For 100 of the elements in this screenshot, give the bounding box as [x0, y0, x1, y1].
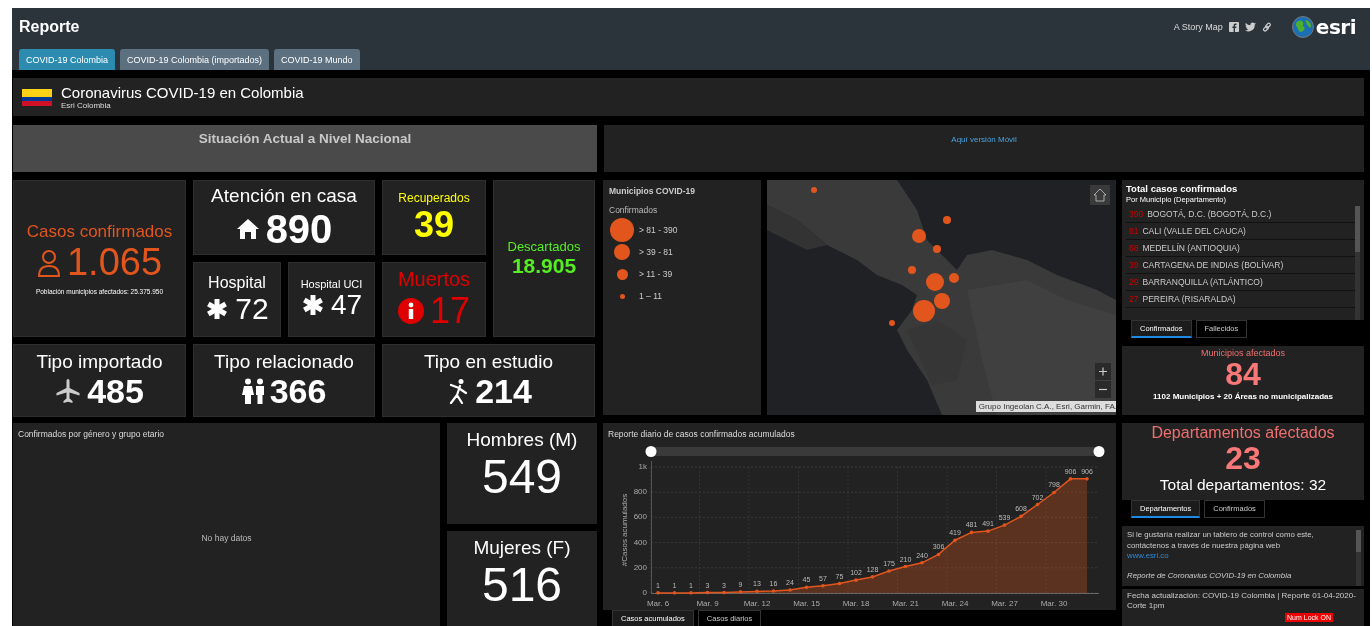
municipality-name: MEDELLÍN (ANTIOQUIA) — [1142, 243, 1240, 253]
tab[interactable]: COVID-19 Colombia — [19, 49, 116, 70]
axis-title: #Casos acumulados — [620, 493, 629, 567]
stat-value: 1.065 — [66, 242, 163, 284]
chart-title: Reporte diario de casos confirmados acumulados — [607, 428, 796, 441]
dashboard-subtitle: Esri Colombia — [61, 101, 112, 110]
circle-symbol-icon — [614, 244, 630, 260]
stat-value: 84 — [1225, 358, 1261, 392]
stat-label: Tipo relacionado — [214, 350, 354, 373]
data-point — [738, 590, 743, 594]
zoom-out-button[interactable] — [1095, 381, 1111, 398]
stat-label: Hombres (M) — [466, 429, 578, 451]
data-point — [788, 588, 792, 592]
twitter-icon[interactable] — [1244, 22, 1256, 32]
data-point — [804, 585, 809, 590]
stat-value: 485 — [87, 372, 144, 411]
data-point — [771, 589, 776, 593]
home-button[interactable] — [1090, 185, 1110, 205]
case-bubble — [912, 229, 926, 243]
stat-label: Casos confirmados — [26, 222, 173, 243]
tab[interactable]: COVID-19 Mundo — [274, 49, 360, 70]
axis-label: 600 — [633, 512, 647, 522]
stat-label: Mujeres (F) — [473, 537, 571, 559]
legend-label: > 11 - 39 — [639, 269, 673, 279]
flag-icon — [22, 88, 52, 106]
data-point — [656, 591, 660, 595]
stat-value: 47 — [330, 290, 363, 321]
case-bubble — [889, 320, 895, 326]
data-point — [936, 552, 941, 557]
stat-label: Hospital UCI — [300, 278, 363, 291]
case-bubble — [908, 266, 916, 274]
legend-label: 1 – 11 — [639, 291, 662, 301]
dashboard-title: Coronavirus COVID-19 en Colombia — [61, 84, 304, 101]
stat-label: Muertos — [397, 268, 471, 292]
facebook-icon[interactable] — [1228, 22, 1239, 32]
data-point — [1085, 477, 1089, 481]
data-point — [1002, 523, 1007, 527]
axis-label: 400 — [633, 537, 647, 547]
case-bubble — [913, 300, 935, 322]
case-count: 27 — [1129, 294, 1139, 304]
case-count: 68 — [1129, 243, 1139, 253]
municipality-name: BOGOTÁ, D.C. (BOGOTÁ, D.C.) — [1147, 209, 1272, 219]
scrollbar[interactable] — [1355, 206, 1360, 320]
stat-label: Tipo importado — [36, 350, 163, 373]
airplane-icon — [55, 378, 82, 405]
data-point — [672, 591, 677, 595]
story-map-label: A Story Map — [1173, 22, 1223, 32]
stat-value: 890 — [265, 206, 333, 251]
data-point — [887, 569, 891, 573]
tab[interactable]: COVID-19 Colombia (importados) — [120, 49, 270, 70]
legend-title: Municipios COVID-19 — [609, 186, 696, 196]
stat-value: 366 — [269, 372, 327, 411]
case-count: 390 — [1129, 209, 1144, 219]
panel-title: Total casos confirmados — [1126, 183, 1239, 194]
legend-subtitle: Confirmados — [609, 205, 659, 215]
case-bubble — [933, 245, 941, 253]
circle-symbol-icon — [616, 268, 628, 280]
axis-label: Mar. 18 — [842, 599, 870, 608]
page-title: Reporte — [19, 18, 81, 36]
axis-label: Mar. 12 — [743, 599, 771, 608]
axis-label: 800 — [633, 487, 647, 497]
stat-value: 17 — [429, 291, 470, 331]
stat-value: 18.905 — [511, 254, 577, 278]
data-point — [722, 590, 726, 595]
stat-note: 1102 Municipios + 20 Áreas no municipalizadas — [1153, 391, 1333, 401]
range-slider[interactable] — [645, 446, 1105, 457]
stat-note: Total departamentos: 32 — [1159, 475, 1327, 494]
legend-label: > 39 - 81 — [639, 247, 673, 257]
asterisk-icon — [300, 293, 325, 318]
axis-label: Mar. 30 — [1040, 599, 1068, 608]
section-title: Situación Actual a Nivel Nacional — [198, 131, 412, 148]
data-point — [986, 529, 990, 533]
data-point — [1068, 477, 1073, 481]
axis-label: 1k — [638, 462, 647, 471]
stat-value: 214 — [475, 372, 532, 411]
globe-icon — [1291, 16, 1314, 38]
data-point — [870, 575, 875, 579]
logo-text: esri — [1315, 15, 1356, 39]
stat-label: Recuperados — [398, 190, 470, 205]
axis-label: Mar. 9 — [696, 599, 719, 608]
mobile-version-link[interactable]: Aquí versión Móvil — [951, 135, 1017, 144]
stat-label: Departamentos afectados — [1151, 424, 1335, 442]
link-icon[interactable] — [1261, 22, 1272, 32]
stat-label: Descartados — [507, 239, 581, 255]
data-point — [1035, 502, 1040, 507]
case-bubble — [949, 273, 959, 283]
panel-title: Confirmados por género y grupo etario — [17, 428, 165, 441]
circle-symbol-icon — [619, 293, 625, 299]
zoom-in-button[interactable] — [1095, 363, 1111, 380]
case-count: 29 — [1129, 277, 1139, 287]
info-icon — [397, 298, 424, 324]
municipality-name: BARRANQUILLA (ATLÁNTICO) — [1142, 277, 1263, 287]
scrollbar[interactable] — [1356, 530, 1361, 586]
person-icon — [36, 249, 61, 277]
map-attribution: Grupo Ingeolan C.A., Esri, Garmin, FA. — [975, 401, 1116, 412]
data-point — [689, 591, 693, 595]
data-point — [1019, 514, 1023, 519]
case-bubble — [934, 293, 950, 309]
data-point — [837, 581, 842, 586]
municipality-name: CALI (VALLE DEL CAUCA) — [1142, 226, 1246, 236]
